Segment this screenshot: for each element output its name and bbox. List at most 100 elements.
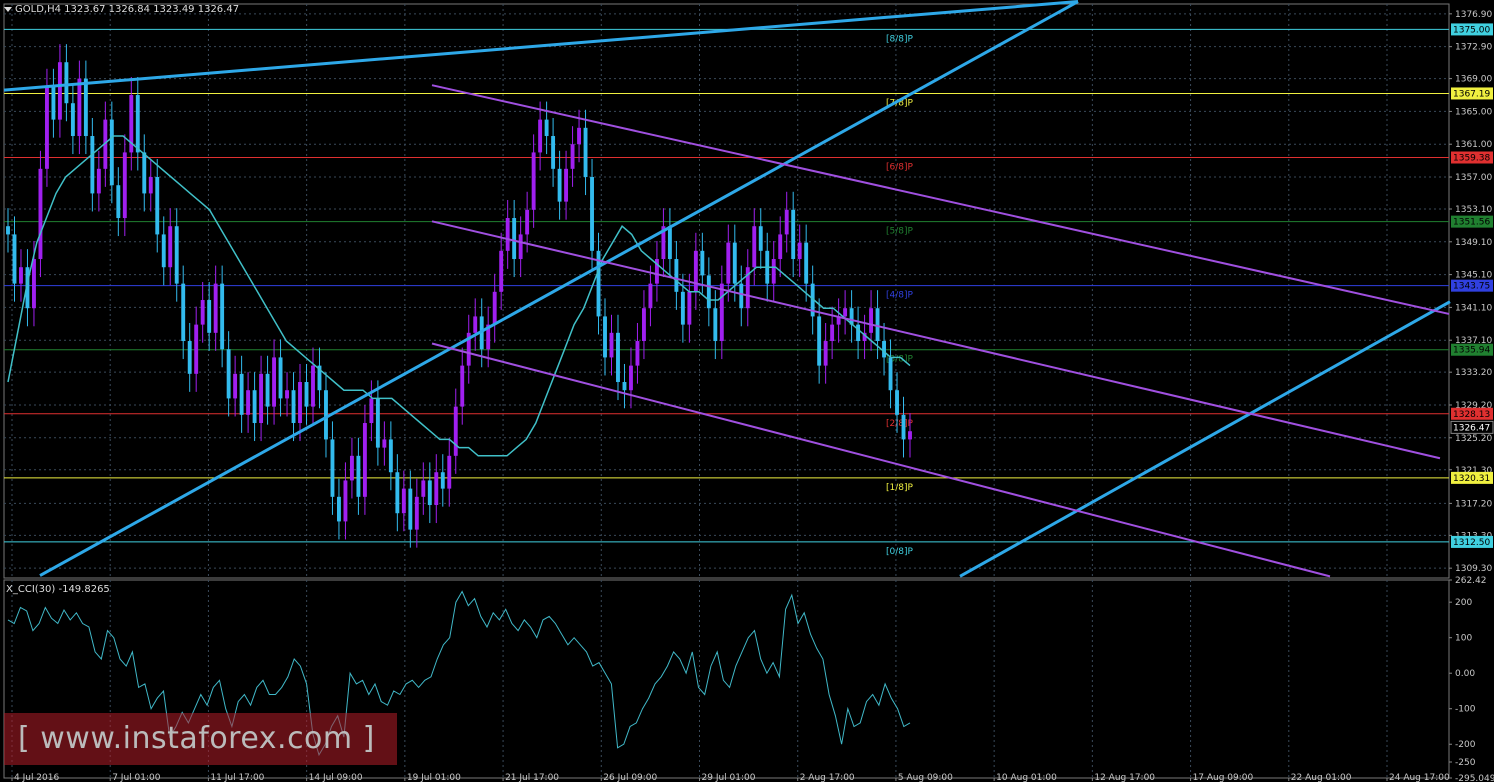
candle-body xyxy=(791,209,796,260)
candle-body xyxy=(447,455,452,489)
candle-body xyxy=(583,127,588,178)
candle-body xyxy=(330,439,335,497)
murrey-level-label: [4/8]P xyxy=(886,291,914,301)
candle-body xyxy=(823,341,828,366)
x-tick-label: 22 Aug 01:00 xyxy=(1291,773,1352,782)
y-tick-label: 1345.10 xyxy=(1455,271,1492,281)
y-tick-label: 1361.00 xyxy=(1455,140,1492,150)
y-tick-label: 1372.90 xyxy=(1455,43,1492,53)
x-tick-label: 24 Aug 17:00 xyxy=(1389,773,1450,782)
murrey-level-label: [6/8]P xyxy=(886,163,914,173)
candle-body xyxy=(693,250,698,292)
candle-body xyxy=(641,308,646,342)
candle-body xyxy=(109,119,114,186)
candle-body xyxy=(324,390,328,440)
candle-body xyxy=(343,480,348,522)
candle-body xyxy=(512,218,517,260)
candle-body xyxy=(421,480,426,497)
candle-body xyxy=(700,250,705,276)
candle-body xyxy=(544,119,549,137)
candle-body xyxy=(726,242,731,284)
candle-body xyxy=(804,242,809,284)
x-tick-label: 4 Jul 2016 xyxy=(14,773,59,782)
candle-body xyxy=(797,242,802,260)
candle-body xyxy=(96,168,101,194)
candle-body xyxy=(570,144,575,169)
candle-body xyxy=(64,62,69,104)
candle-body xyxy=(362,423,367,497)
candle-body xyxy=(440,472,445,489)
candle-body xyxy=(395,472,400,514)
cci-y-tick-label: -250 xyxy=(1455,758,1476,768)
candle-body xyxy=(356,455,361,497)
candle-body xyxy=(220,283,225,350)
candle-body xyxy=(719,283,724,342)
candle-body xyxy=(635,341,640,366)
x-tick-label: 14 Jul 09:00 xyxy=(309,773,363,782)
candle-body xyxy=(473,316,478,333)
candle-body xyxy=(901,414,906,440)
candle-body xyxy=(304,382,309,407)
candle-body xyxy=(19,267,23,284)
candle-body xyxy=(311,365,315,407)
candle-body xyxy=(771,259,776,284)
candle-body xyxy=(246,390,251,415)
candle-body xyxy=(181,283,186,342)
candle-body xyxy=(194,324,199,374)
candle-body xyxy=(739,283,744,309)
price-tag-label: 1367.19 xyxy=(1453,89,1490,99)
candle-body xyxy=(116,185,121,219)
x-tick-label: 10 Aug 01:00 xyxy=(996,773,1057,782)
watermark-logo: [ www.instaforex.com ] xyxy=(4,713,397,765)
candle-body xyxy=(6,226,10,235)
candle-body xyxy=(817,316,822,366)
candle-body xyxy=(882,341,886,358)
x-tick-label: 2 Aug 17:00 xyxy=(800,773,855,782)
candle-body xyxy=(830,324,835,342)
candle-body xyxy=(135,95,140,153)
chart-canvas: 4 Jul 2016 7 Jul 01:00 11 Jul 17:00 14 Jul … xyxy=(3,0,1494,782)
candle-body xyxy=(337,496,341,522)
y-tick-label: 1349.10 xyxy=(1455,238,1492,248)
price-tag-label: 1375.00 xyxy=(1453,25,1490,35)
price-tag-label: 1335.94 xyxy=(1453,346,1490,356)
y-tick-label: 1309.30 xyxy=(1455,564,1492,574)
candle-body xyxy=(674,259,679,292)
candle-body xyxy=(200,300,205,325)
candle-body xyxy=(122,152,127,219)
dropdown-triangle-icon[interactable] xyxy=(4,6,12,12)
candle-body xyxy=(174,226,179,284)
candle-body xyxy=(843,308,848,317)
candle-body xyxy=(414,496,419,530)
candle-body xyxy=(564,168,569,202)
candle-body xyxy=(168,226,173,268)
murrey-level-label: [8/8]P xyxy=(886,34,914,44)
candle-body xyxy=(427,480,432,506)
candle-body xyxy=(401,488,406,514)
candle-body xyxy=(252,390,257,424)
y-tick-label: 1333.20 xyxy=(1455,368,1492,378)
candle-body xyxy=(90,136,95,194)
price-tag-label: 1312.50 xyxy=(1453,538,1490,548)
candle-body xyxy=(375,398,380,448)
candle-body xyxy=(207,300,212,333)
y-tick-label: 1325.20 xyxy=(1455,434,1492,444)
trend-line-lower xyxy=(39,0,1079,577)
candle-body xyxy=(453,406,458,456)
candle-body xyxy=(349,455,354,481)
cci-y-tick-label: -295.049 xyxy=(1455,774,1494,782)
candle-body xyxy=(590,177,594,251)
candle-body xyxy=(551,136,556,169)
candle-body xyxy=(616,332,620,383)
candle-body xyxy=(388,439,393,473)
candle-body xyxy=(12,234,17,284)
murrey-level-label: [1/8]P xyxy=(886,483,914,493)
candle-body xyxy=(148,177,153,194)
x-tick-label: 11 Jul 17:00 xyxy=(210,773,264,782)
y-tick-label: 1317.20 xyxy=(1455,499,1492,509)
candle-body xyxy=(44,86,49,169)
candle-body xyxy=(706,275,711,309)
x-tick-label: 5 Aug 09:00 xyxy=(898,773,953,782)
candle-body xyxy=(265,373,270,407)
candle-body xyxy=(298,382,302,424)
